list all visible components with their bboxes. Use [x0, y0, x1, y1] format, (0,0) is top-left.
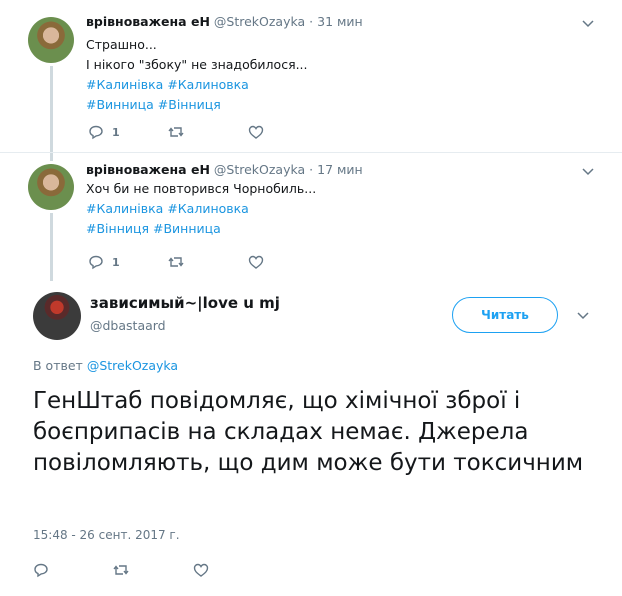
- retweet-button[interactable]: [168, 124, 184, 140]
- tweet-1[interactable]: врівноважена еН @StrekOzayka · 31 мин Ст…: [0, 0, 622, 152]
- retweet-button[interactable]: [168, 254, 184, 270]
- timestamp[interactable]: 17 мин: [317, 162, 363, 177]
- like-button[interactable]: [248, 124, 264, 140]
- username[interactable]: @StrekOzayka: [214, 162, 305, 177]
- reply-button[interactable]: 1: [88, 124, 120, 140]
- like-icon: [193, 563, 209, 577]
- separator-dot: ·: [309, 14, 314, 29]
- hashtags[interactable]: #Калинівка #Калиновка: [86, 199, 316, 219]
- reply-button[interactable]: [33, 562, 49, 578]
- follow-button[interactable]: Читать: [452, 297, 558, 333]
- avatar[interactable]: [28, 164, 74, 210]
- like-icon: [248, 125, 264, 139]
- thread-line: [50, 153, 53, 161]
- chevron-down-icon[interactable]: [582, 165, 594, 177]
- tweet-text: Страшно... І нікого "збоку" не знадобило…: [86, 35, 308, 115]
- retweet-button[interactable]: [113, 562, 129, 578]
- tweet-text: Хоч би не повторився Чорнобиль... #Калин…: [86, 179, 316, 239]
- separator-dot: ·: [309, 162, 314, 177]
- like-icon: [248, 255, 264, 269]
- text-line: Страшно...: [86, 37, 157, 52]
- tweet-text: ГенШтаб повідомляє, що хімічної зброї і …: [33, 388, 584, 476]
- tweet-header: врівноважена еН @StrekOzayka · 31 мин: [86, 14, 363, 29]
- retweet-icon: [113, 565, 129, 575]
- hashtags[interactable]: #Вінниця #Винница: [86, 219, 316, 239]
- timestamp[interactable]: 31 мин: [317, 14, 363, 29]
- display-name[interactable]: зависимый~|love u mj: [90, 294, 280, 312]
- tweet-actions: 1: [88, 254, 288, 270]
- reply-count: 1: [112, 255, 120, 269]
- reply-icon: [89, 125, 103, 140]
- text-line: І нікого "збоку" не знадобилося...: [86, 57, 308, 72]
- thread-line: [50, 213, 53, 281]
- reply-context: В ответ @StrekOzayka: [33, 358, 178, 373]
- thread-line: [50, 66, 53, 152]
- reply-icon: [34, 563, 48, 578]
- chevron-down-icon[interactable]: [582, 17, 594, 29]
- avatar[interactable]: [33, 292, 81, 340]
- tweet-2[interactable]: врівноважена еН @StrekOzayka · 17 мин Хо…: [0, 153, 622, 281]
- like-button[interactable]: [193, 562, 209, 578]
- retweet-icon: [168, 127, 184, 137]
- reply-icon: [89, 255, 103, 270]
- reply-button[interactable]: 1: [88, 254, 120, 270]
- timestamp[interactable]: 15:48 - 26 сент. 2017 г.: [33, 528, 180, 542]
- hashtags[interactable]: #Калинівка #Калиновка: [86, 75, 308, 95]
- chevron-down-icon[interactable]: [577, 309, 589, 321]
- text-line: Хоч би не повторився Чорнобиль...: [86, 181, 317, 196]
- avatar[interactable]: [28, 17, 74, 63]
- tweet-header: врівноважена еН @StrekOzayka · 17 мин: [86, 162, 363, 177]
- like-button[interactable]: [248, 254, 264, 270]
- reply-count: 1: [112, 125, 120, 139]
- display-name[interactable]: врівноважена еН: [86, 14, 210, 29]
- tweet-actions: [33, 562, 233, 578]
- reply-prefix: В ответ: [33, 358, 83, 373]
- username[interactable]: @dbastaard: [90, 318, 166, 333]
- retweet-icon: [168, 257, 184, 267]
- tweet-actions: 1: [88, 124, 288, 140]
- username[interactable]: @StrekOzayka: [214, 14, 305, 29]
- reply-handle-link[interactable]: @StrekOzayka: [87, 358, 178, 373]
- display-name[interactable]: врівноважена еН: [86, 162, 210, 177]
- hashtags[interactable]: #Винница #Вінниця: [86, 95, 308, 115]
